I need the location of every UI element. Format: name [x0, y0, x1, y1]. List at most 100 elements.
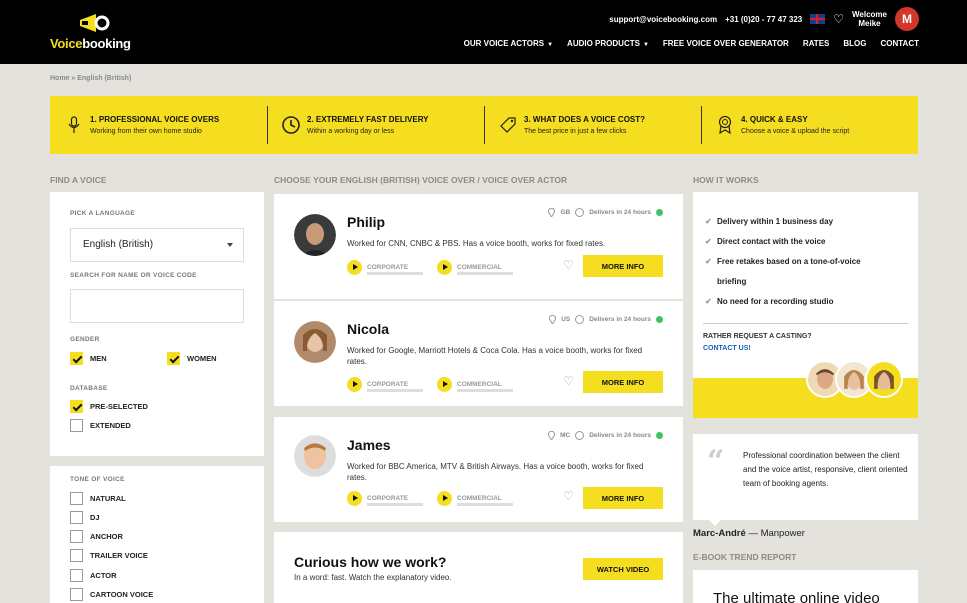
voice-actor-name[interactable]: Philip — [347, 214, 385, 230]
ebook-card[interactable]: The ultimate online video — [693, 570, 918, 603]
sample-commercial[interactable]: COMMERCIAL — [437, 260, 513, 275]
tone-anchor-checkbox[interactable]: ANCHOR — [70, 530, 123, 543]
sample-label: CORPORATE — [367, 264, 409, 271]
filter-panel: PICK A LANGUAGE English (British) SEARCH… — [50, 192, 264, 456]
benefit-cost: 3. WHAT DOES A VOICE COST? The best price… — [484, 96, 701, 154]
sample-progress-bar[interactable] — [457, 272, 513, 275]
sample-progress-bar[interactable] — [367, 272, 423, 275]
tone-trailer-voice-checkbox[interactable]: TRAILER VOICE — [70, 549, 148, 562]
sample-progress-bar[interactable] — [367, 389, 423, 392]
sample-progress-bar[interactable] — [367, 503, 423, 506]
how-item-text: Delivery within 1 business day — [717, 217, 834, 226]
tone-natural-checkbox[interactable]: NATURAL — [70, 492, 126, 505]
clock-icon — [575, 431, 585, 440]
tone-dj-checkbox[interactable]: DJ — [70, 511, 100, 524]
voice-actor-name[interactable]: Nicola — [347, 321, 389, 337]
curious-subtitle: In a word: fast. Watch the explanatory v… — [294, 573, 452, 582]
contact-us-link[interactable]: CONTACT US! — [703, 345, 751, 352]
database-extended-checkbox[interactable]: EXTENDED — [70, 419, 131, 432]
checkbox-label: ACTOR — [90, 571, 117, 580]
checkbox-empty-icon — [70, 419, 83, 432]
gender-women-checkbox[interactable]: WOMEN — [167, 352, 217, 365]
sample-corporate[interactable]: CORPORATE — [347, 491, 423, 506]
benefit-professional: 1. PROFESSIONAL VOICE OVERS Working from … — [50, 96, 267, 154]
checkbox-empty-icon — [70, 569, 83, 582]
play-icon[interactable] — [347, 260, 362, 275]
nav-blog[interactable]: BLOG — [843, 39, 866, 48]
sample-label: CORPORATE — [367, 381, 409, 388]
database-preselected-checkbox[interactable]: PRE-SELECTED — [70, 400, 148, 413]
more-info-button[interactable]: MORE INFO — [583, 371, 663, 393]
curious-video-card: Curious how we work? In a word: fast. Wa… — [274, 532, 683, 603]
how-item: ✔ Delivery within 1 business day — [705, 212, 833, 232]
sample-commercial[interactable]: COMMERCIAL — [437, 491, 513, 506]
voice-delivery: Delivers in 24 hours — [589, 209, 651, 216]
how-it-works-heading: HOW IT WORKS — [693, 175, 759, 185]
how-item-text: Direct contact with the voice — [717, 237, 826, 246]
play-icon[interactable] — [437, 260, 452, 275]
how-item-text: Free retakes based on a tone-of-voice — [717, 257, 861, 266]
sample-label: COMMERCIAL — [457, 381, 502, 388]
header-top-bar: support@voicebooking.com +31 (0)20 - 77 … — [609, 7, 919, 31]
sample-commercial[interactable]: COMMERCIAL — [437, 377, 513, 392]
checkbox-empty-icon — [70, 492, 83, 505]
play-icon[interactable] — [437, 491, 452, 506]
sample-label: COMMERCIAL — [457, 264, 502, 271]
favorite-heart-icon[interactable]: ♡ — [563, 258, 574, 272]
team-member-avatar — [865, 360, 903, 398]
online-status-dot — [656, 209, 663, 216]
tone-cartoon-voice-checkbox[interactable]: CARTOON VOICE — [70, 588, 153, 601]
testimonial-text: Professional coordination between the cl… — [743, 451, 908, 488]
watch-video-button[interactable]: WATCH VIDEO — [583, 558, 663, 580]
search-input[interactable] — [70, 289, 244, 323]
favorite-heart-icon[interactable]: ♡ — [563, 489, 574, 503]
benefit-quick-easy: 4. QUICK & EASY Choose a voice & upload t… — [701, 96, 918, 154]
voice-card-philip[interactable]: Philip GB Delivers in 24 hours Worked fo… — [274, 194, 683, 299]
voice-country: US — [561, 316, 571, 323]
nav-our-voice-actors[interactable]: OUR VOICE ACTORS ▼ — [464, 39, 553, 48]
chevron-down-icon — [227, 243, 233, 247]
voice-card-james[interactable]: James MC Delivers in 24 hours Worked for… — [274, 417, 683, 522]
nav-rates[interactable]: RATES — [803, 39, 830, 48]
user-avatar[interactable]: M — [895, 7, 919, 31]
sample-corporate[interactable]: CORPORATE — [347, 377, 423, 392]
tone-actor-checkbox[interactable]: ACTOR — [70, 569, 117, 582]
voice-meta: US Delivers in 24 hours — [549, 315, 663, 324]
how-item: ✔ Direct contact with the voice — [705, 232, 825, 252]
voice-actor-photo[interactable] — [294, 214, 336, 256]
check-icon: ✔ — [705, 237, 712, 246]
voice-actor-photo[interactable] — [294, 321, 336, 363]
checkbox-checked-icon — [167, 352, 180, 365]
nav-contact[interactable]: CONTACT — [880, 39, 919, 48]
favorite-heart-icon[interactable]: ♡ — [563, 374, 574, 388]
nav-audio-products[interactable]: AUDIO PRODUCTS ▼ — [567, 39, 649, 48]
phone-link[interactable]: +31 (0)20 - 77 47 323 — [725, 15, 802, 24]
voicebooking-logo[interactable]: Voicebooking — [50, 12, 140, 54]
checkbox-label: MEN — [90, 354, 107, 363]
support-email-link[interactable]: support@voicebooking.com — [609, 15, 717, 24]
checkbox-label: TRAILER VOICE — [90, 551, 148, 560]
favorites-heart-icon[interactable]: ♡ — [833, 12, 844, 26]
sample-progress-bar[interactable] — [457, 389, 513, 392]
database-label: DATABASE — [70, 385, 108, 392]
chevron-down-icon: ▼ — [547, 42, 554, 48]
play-icon[interactable] — [347, 491, 362, 506]
voice-card-nicola[interactable]: Nicola US Delivers in 24 hours Worked fo… — [274, 301, 683, 406]
testimonial-pointer — [709, 520, 721, 526]
more-info-button[interactable]: MORE INFO — [583, 487, 663, 509]
clock-icon — [281, 115, 301, 135]
sample-corporate[interactable]: CORPORATE — [347, 260, 423, 275]
play-icon[interactable] — [437, 377, 452, 392]
uk-flag-icon[interactable] — [810, 14, 826, 24]
benefit-delivery: 2. EXTREMELY FAST DELIVERY Within a worki… — [267, 96, 484, 154]
voice-actor-photo[interactable] — [294, 435, 336, 477]
breadcrumb[interactable]: Home » English (British) — [50, 75, 131, 82]
gender-men-checkbox[interactable]: MEN — [70, 352, 107, 365]
nav-free-voice-over-generator[interactable]: FREE VOICE OVER GENERATOR — [663, 39, 789, 48]
online-status-dot — [656, 316, 663, 323]
play-icon[interactable] — [347, 377, 362, 392]
language-select[interactable]: English (British) — [70, 228, 244, 262]
sample-progress-bar[interactable] — [457, 503, 513, 506]
more-info-button[interactable]: MORE INFO — [583, 255, 663, 277]
voice-actor-name[interactable]: James — [347, 437, 391, 453]
